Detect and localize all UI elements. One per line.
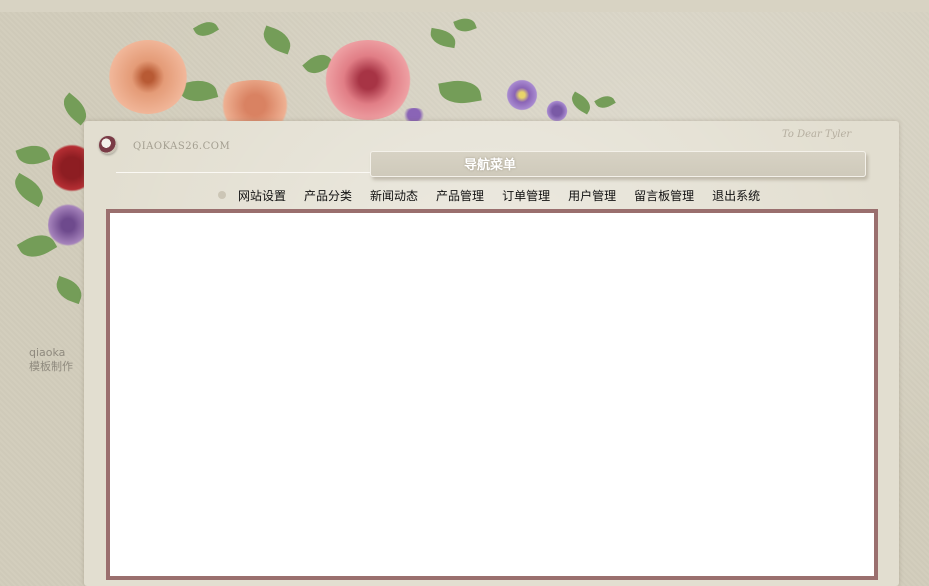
menu-item-product-management[interactable]: 产品管理 [436, 187, 484, 204]
menu-item-logout[interactable]: 退出系统 [712, 187, 760, 204]
menu-item-order-management[interactable]: 订单管理 [502, 187, 550, 204]
menu-item-site-settings[interactable]: 网站设置 [238, 187, 286, 204]
menu-item-user-management[interactable]: 用户管理 [568, 187, 616, 204]
brand-mark: qiaoka 模板制作 [29, 346, 73, 374]
bullet-icon [218, 191, 226, 199]
signature-text: To Dear Tyler [782, 129, 852, 140]
nav-title: 导航菜单 [463, 158, 516, 173]
menu-item-product-categories[interactable]: 产品分类 [304, 187, 352, 204]
nav-menu: 网站设置 产品分类 新闻动态 产品管理 订单管理 用户管理 留言板管理 退出系统 [218, 186, 769, 204]
brand-subtitle: 模板制作 [29, 360, 73, 373]
top-strip [0, 0, 929, 12]
content-frame [106, 209, 878, 580]
site-url: QIAOKAS26.COM [133, 141, 231, 152]
brand-name: qiaoka [29, 346, 66, 359]
menu-item-guestbook-management[interactable]: 留言板管理 [634, 187, 694, 204]
menu-item-news[interactable]: 新闻动态 [370, 187, 418, 204]
pin-icon [99, 136, 117, 154]
